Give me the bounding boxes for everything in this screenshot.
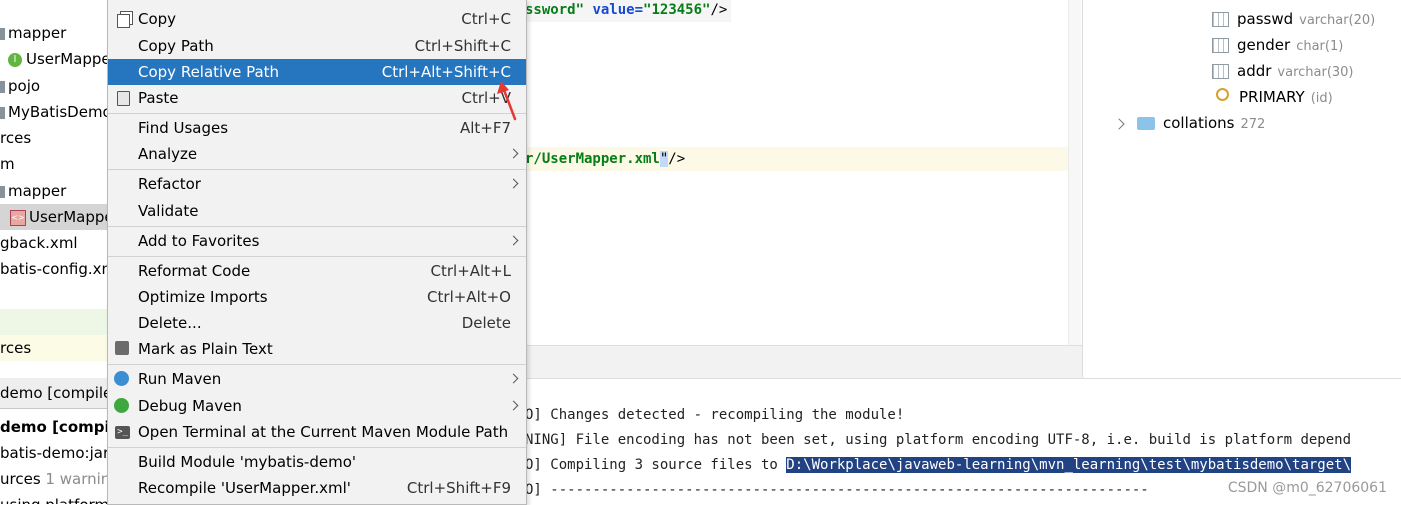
chevron-right-icon <box>508 178 519 189</box>
paste-icon <box>117 91 130 106</box>
console-line: NING] File encoding has not been set, us… <box>525 432 1352 448</box>
menu-item-refactor[interactable]: Refactor <box>108 171 526 197</box>
code-line: ssword" value="123456"/> <box>525 0 732 22</box>
menu-item-mark-as-plain-text[interactable]: Mark as Plain Text <box>108 336 526 362</box>
menu-item-open-terminal[interactable]: >_ Open Terminal at the Current Maven Mod… <box>108 419 526 445</box>
menu-item-build-module[interactable]: Build Module 'mybatis-demo' <box>108 449 526 475</box>
chevron-right-icon <box>508 400 519 411</box>
menu-item-find-usages[interactable]: Find Usages Alt+F7 <box>108 115 526 141</box>
terminal-icon: >_ <box>115 426 130 439</box>
menu-item-recompile[interactable]: Recompile 'UserMapper.xml' Ctrl+Shift+F9 <box>108 475 526 501</box>
editor-scrollbar[interactable] <box>1068 0 1081 345</box>
menu-item-copy-relative-path[interactable]: Copy Relative Path Ctrl+Alt+Shift+C <box>108 59 526 85</box>
menu-item-optimize-imports[interactable]: Optimize Imports Ctrl+Alt+O <box>108 284 526 310</box>
db-column-addr[interactable]: addr varchar(30) <box>1212 58 1354 84</box>
copy-icon <box>117 14 130 28</box>
menu-separator <box>108 226 526 227</box>
console-line: O] Changes detected - recompiling the mo… <box>525 407 905 423</box>
editor-bottom-bar <box>525 345 1085 378</box>
xml-file-icon: <> <box>10 209 26 226</box>
tree-item-pojo[interactable]: pojo <box>0 73 40 99</box>
class-icon <box>0 106 5 119</box>
console-line: O] Compiling 3 source files to D:\Workpl… <box>525 457 1352 473</box>
folder-icon <box>1137 117 1155 130</box>
chevron-right-icon <box>508 148 519 159</box>
tree-item-logback[interactable]: gback.xml <box>0 230 78 256</box>
tree-item-m[interactable]: m <box>0 151 15 177</box>
menu-item-add-to-favorites[interactable]: Add to Favorites <box>108 228 526 254</box>
selected-path: D:\Workplace\javaweb-learning\mvn_learni… <box>786 457 1352 473</box>
tree-item-mapper[interactable]: mapper <box>0 20 66 46</box>
menu-item-analyze[interactable]: Analyze <box>108 141 526 167</box>
code-line: r/UserMapper.xml"/> <box>525 151 686 167</box>
db-folder-collations[interactable]: collations 272 <box>1113 110 1265 136</box>
column-icon <box>1212 64 1229 79</box>
menu-separator <box>108 113 526 114</box>
menu-separator <box>108 169 526 170</box>
menu-separator <box>108 447 526 448</box>
tree-item-mybatis-config[interactable]: batis-config.xn <box>0 256 108 282</box>
chevron-right-icon[interactable] <box>1113 117 1125 130</box>
tree-item-mapper-2[interactable]: mapper <box>0 178 66 204</box>
maven-run-icon <box>114 371 129 386</box>
menu-item-delete[interactable]: Delete... Delete <box>108 310 526 336</box>
folder-icon <box>0 185 5 198</box>
tree-item-usermapper-xml[interactable]: <>UserMapper <box>0 204 108 230</box>
column-icon <box>1212 38 1229 53</box>
run-tree-item[interactable]: urces 1 warnin <box>0 466 108 492</box>
key-icon <box>1216 88 1229 101</box>
tree-item-mybatisdemo[interactable]: MyBatisDemo <box>0 99 108 125</box>
tree-item-resources-2[interactable]: rces <box>0 335 108 361</box>
maven-debug-icon <box>114 398 129 413</box>
run-tree-item[interactable]: using platform e <box>0 492 108 504</box>
folder-icon <box>0 80 5 93</box>
tree-row-green <box>0 309 108 335</box>
tree-item-usermapper-interface[interactable]: I UserMapper <box>8 46 108 72</box>
db-column-passwd[interactable]: passwd varchar(20) <box>1212 6 1375 32</box>
context-menu: Copy Ctrl+C Copy Path Ctrl+Shift+C Copy Re… <box>107 0 527 505</box>
folder-icon <box>0 27 5 40</box>
tree-item-resources[interactable]: rces <box>0 125 31 151</box>
menu-item-copy-path[interactable]: Copy Path Ctrl+Shift+C <box>108 33 526 59</box>
project-tree: mapper I UserMapper pojo MyBatisDemo rces… <box>0 0 108 378</box>
chevron-right-icon <box>508 373 519 384</box>
menu-item-run-maven[interactable]: Run Maven <box>108 366 526 392</box>
watermark: CSDN @m0_62706061 <box>1227 480 1387 496</box>
run-tool-window: demo [compile] demo [compile]: batis-dem… <box>0 378 108 504</box>
menu-item-reformat-code[interactable]: Reformat Code Ctrl+Alt+L <box>108 258 526 284</box>
db-key-primary[interactable]: PRIMARY (id) <box>1212 84 1333 110</box>
code-editor[interactable]: ssword" value="123456"/> r/UserMapper.xm… <box>525 0 1080 345</box>
menu-item-debug-maven[interactable]: Debug Maven <box>108 393 526 419</box>
database-panel: passwd varchar(20) gender char(1) addr varc… <box>1082 0 1401 377</box>
console-line: O] -------------------------------------… <box>525 482 1149 498</box>
menu-item-copy[interactable]: Copy Ctrl+C <box>108 6 526 32</box>
column-icon <box>1212 12 1229 27</box>
run-tree-item[interactable]: batis-demo:jar:1 <box>0 440 108 466</box>
menu-separator <box>108 256 526 257</box>
menu-item-paste[interactable]: Paste Ctrl+V <box>108 85 526 111</box>
annotation-arrow-icon <box>497 81 517 121</box>
run-tab[interactable]: demo [compile] <box>0 378 108 409</box>
db-column-gender[interactable]: gender char(1) <box>1212 32 1343 58</box>
chevron-right-icon <box>508 235 519 246</box>
run-tree-item[interactable]: demo [compile]: <box>0 414 108 440</box>
mark-plain-text-icon <box>115 341 129 355</box>
interface-icon: I <box>8 52 22 67</box>
menu-item-validate[interactable]: Validate <box>108 198 526 224</box>
menu-separator <box>108 364 526 365</box>
